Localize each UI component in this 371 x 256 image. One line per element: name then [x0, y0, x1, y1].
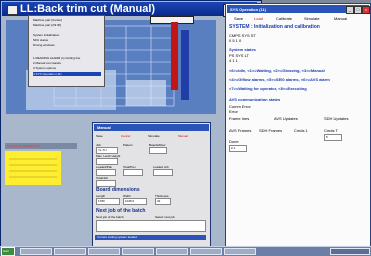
system-tray[interactable] — [330, 248, 370, 255]
status-text: Current cutting system loaded — [97, 235, 137, 239]
main-window-titlebar[interactable]: LL:Back trim cut (Manual) — [2, 2, 257, 16]
maximize-icon[interactable]: □ — [354, 6, 362, 14]
cmdst-field[interactable]: 5 — [324, 134, 342, 141]
toolbar-cancel-button[interactable]: Cancel — [121, 134, 130, 138]
done-label: Done — [229, 139, 239, 144]
thickness-field[interactable]: 32 — [155, 198, 171, 205]
menu-item[interactable]: Driving windows — [33, 43, 101, 47]
next-job-heading: Next job of the batch — [96, 208, 146, 214]
menu-item[interactable]: Machine part (2/3 lift) — [33, 23, 101, 27]
manual-subwindow-title: Manual — [97, 125, 111, 130]
frame-ines-label: Frame Ines — [229, 116, 250, 121]
avs-frames-label: AVS Frames — [229, 128, 252, 133]
legend-line: <6>=Idle, <1>=Waiting, <2>=Glossing, <3>… — [229, 68, 325, 73]
thickness-value: 32 — [157, 199, 161, 203]
taskbar-app-button[interactable] — [20, 248, 52, 255]
menu-item[interactable]: 2 Manual commands — [33, 61, 101, 65]
menu-item[interactable]: SKU status — [33, 38, 101, 42]
menu-item[interactable]: System initialization — [33, 33, 101, 37]
alert-text: MAITENAL FOREMOST — [7, 144, 40, 148]
sys-operation-titlebar[interactable]: SYS Operation (11) _ □ × — [227, 5, 370, 14]
manual-subwindow: Manual Save Cancel Simulate Manual Job Y… — [92, 122, 211, 251]
toolbar-simulate-button[interactable]: Simulate — [148, 134, 160, 138]
width-value: 1045.0 — [125, 199, 135, 203]
menu-item-selected[interactable]: 4 SYS Operation (11) — [33, 72, 101, 76]
alert-bar: MAITENAL FOREMOST — [5, 143, 77, 149]
sys-operation-title: SYS Operation (11) — [230, 7, 267, 12]
taskbar-app-button[interactable] — [122, 248, 154, 255]
system-states-values: 4 1 1 — [229, 58, 238, 63]
toolbar-save-button[interactable]: Save — [96, 134, 103, 138]
next-job-label: Next job of the batch — [96, 215, 124, 219]
close-icon[interactable]: × — [362, 6, 370, 14]
total-job-field[interactable] — [96, 180, 116, 187]
main-window-title: LL:Back trim cut (Manual) — [20, 3, 156, 15]
sdh-updates-label: SDH Updates — [324, 116, 349, 121]
context-menu: Machine part (Center) Machine part (2/3 … — [28, 15, 105, 87]
width-field[interactable]: 1045.0 — [123, 198, 147, 205]
total-pan-field[interactable] — [123, 169, 143, 176]
status-grid-graphic — [9, 158, 57, 178]
section-heading: SYSTEM : Initialization and calibration — [229, 24, 320, 30]
taskbar-app-button[interactable] — [54, 248, 86, 255]
select-next-job-label: Select next job — [155, 215, 175, 219]
toolbar-manual[interactable]: Manual — [334, 16, 347, 21]
taskbar-app-button[interactable] — [88, 248, 120, 255]
toolbar-load[interactable]: Load — [254, 16, 263, 21]
yellow-status-panel — [5, 151, 61, 185]
taskbar-app-button[interactable] — [156, 248, 188, 255]
toolbar-simulate[interactable]: Simulate — [304, 16, 320, 21]
done-value: 2.1 — [231, 146, 236, 150]
menu-item[interactable]: 1 READING ALARM (s) Cutting line — [33, 56, 101, 60]
done-field[interactable]: 2.1 — [229, 145, 247, 152]
app-icon — [7, 5, 18, 15]
cut-position-bar[interactable] — [171, 22, 178, 90]
cmdst-label: Cmds T — [324, 128, 338, 133]
avs-updates-label: AVS Updates — [274, 116, 298, 121]
toolbar-save[interactable]: Save — [234, 16, 243, 21]
status-bar: Current cutting system loaded — [95, 235, 206, 240]
menu-item[interactable]: Machine part (Center) — [33, 18, 101, 22]
taskbar-app-button[interactable] — [224, 248, 256, 255]
cmdst-value: 5 — [326, 135, 328, 139]
legend-line: <4>=Glflow alarms, <5>=SEI0 alarms, <6>=… — [229, 77, 330, 82]
loaded-pan-field[interactable] — [96, 169, 116, 176]
job-value: YL.TU — [98, 148, 107, 152]
length-field[interactable]: 1780 — [96, 198, 120, 205]
sdh-frames-label: SDH Frames — [259, 128, 283, 133]
toolbar-calibrate[interactable]: Calibrate — [276, 16, 292, 21]
toolbar-manual-button[interactable]: Manual — [178, 134, 188, 138]
avs-heading: AVS communication states — [229, 97, 281, 102]
menu-item[interactable]: 3 System options — [33, 66, 101, 70]
loaded-job-field[interactable] — [153, 169, 173, 176]
board-dimensions-heading: Board dimensions — [96, 187, 140, 193]
state-values: 0 5 1 0 — [229, 38, 242, 43]
cmds1-label: Cmds 1 — [294, 128, 308, 133]
length-value: 1780 — [98, 199, 105, 203]
boards-row-field[interactable] — [149, 147, 167, 154]
legend-line: <7>=Waiting for operator, <8>=Executing — [229, 86, 307, 91]
error-label: Error — [229, 109, 238, 114]
start-label: start — [3, 249, 9, 253]
manual-subwindow-titlebar[interactable]: Manual — [94, 124, 209, 131]
taskbar-app-button[interactable] — [190, 248, 222, 255]
sys-operation-window: SYS Operation (11) _ □ × Save Load Calib… — [225, 3, 371, 248]
system-states-heading: System states — [229, 47, 256, 52]
next-job-list[interactable] — [96, 220, 206, 232]
job-field[interactable]: YL.TU — [96, 147, 118, 154]
max-length-field[interactable] — [96, 158, 118, 165]
minimize-icon[interactable]: _ — [346, 6, 354, 14]
pattern-label: Pattern — [123, 143, 133, 147]
